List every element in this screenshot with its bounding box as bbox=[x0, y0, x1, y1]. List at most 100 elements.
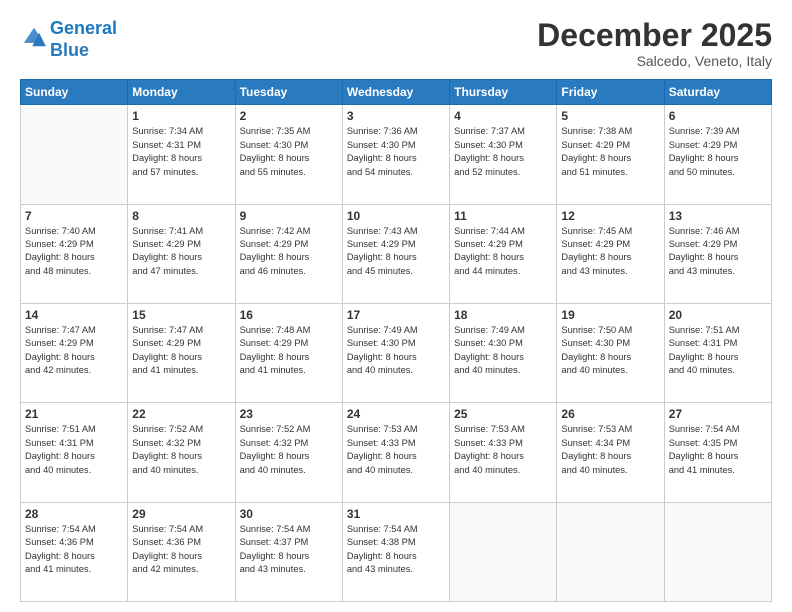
cell-content: Sunrise: 7:54 AMSunset: 4:38 PMDaylight:… bbox=[347, 523, 445, 577]
calendar-cell bbox=[450, 502, 557, 601]
calendar-cell: 27 Sunrise: 7:54 AMSunset: 4:35 PMDayligh… bbox=[664, 403, 771, 502]
cell-content: Sunrise: 7:35 AMSunset: 4:30 PMDaylight:… bbox=[240, 125, 338, 179]
calendar-cell: 3Sunrise: 7:36 AMSunset: 4:30 PMDaylight… bbox=[342, 105, 449, 204]
calendar-cell: 4 Sunrise: 7:37 AMSunset: 4:30 PMDaylight… bbox=[450, 105, 557, 204]
calendar-cell: 5 Sunrise: 7:38 AMSunset: 4:29 PMDaylight… bbox=[557, 105, 664, 204]
calendar-cell: 31 Sunrise: 7:54 AMSunset: 4:38 PMDayligh… bbox=[342, 502, 449, 601]
cell-content: Sunrise: 7:52 AMSunset: 4:32 PMDaylight:… bbox=[132, 423, 230, 477]
calendar-cell: 13 Sunrise: 7:46 AMSunset: 4:29 PMDayligh… bbox=[664, 204, 771, 303]
day-number: 4 bbox=[454, 109, 552, 123]
day-number: 16 bbox=[240, 308, 338, 322]
day-header-monday: Monday bbox=[128, 80, 235, 105]
cell-content: Sunrise: 7:54 AMSunset: 4:35 PMDaylight:… bbox=[669, 423, 767, 477]
title-block: December 2025 Salcedo, Veneto, Italy bbox=[537, 18, 772, 69]
calendar-cell: 25 Sunrise: 7:53 AMSunset: 4:33 PMDayligh… bbox=[450, 403, 557, 502]
day-number: 2 bbox=[240, 109, 338, 123]
calendar-cell bbox=[557, 502, 664, 601]
day-header-friday: Friday bbox=[557, 80, 664, 105]
cell-content: Sunrise: 7:50 AMSunset: 4:30 PMDaylight:… bbox=[561, 324, 659, 378]
logo: General Blue bbox=[20, 18, 117, 61]
calendar-cell bbox=[21, 105, 128, 204]
day-header-saturday: Saturday bbox=[664, 80, 771, 105]
month-title: December 2025 bbox=[537, 18, 772, 53]
day-header-tuesday: Tuesday bbox=[235, 80, 342, 105]
day-header-thursday: Thursday bbox=[450, 80, 557, 105]
day-number: 5 bbox=[561, 109, 659, 123]
day-header-sunday: Sunday bbox=[21, 80, 128, 105]
calendar-cell: 26Sunrise: 7:53 AMSunset: 4:34 PMDayligh… bbox=[557, 403, 664, 502]
location-subtitle: Salcedo, Veneto, Italy bbox=[537, 53, 772, 69]
calendar-cell: 6Sunrise: 7:39 AMSunset: 4:29 PMDaylight… bbox=[664, 105, 771, 204]
cell-content: Sunrise: 7:36 AMSunset: 4:30 PMDaylight:… bbox=[347, 125, 445, 179]
logo-line1: General bbox=[50, 18, 117, 38]
calendar-cell: 19Sunrise: 7:50 AMSunset: 4:30 PMDayligh… bbox=[557, 303, 664, 402]
day-number: 22 bbox=[132, 407, 230, 421]
calendar-cell: 14Sunrise: 7:47 AMSunset: 4:29 PMDayligh… bbox=[21, 303, 128, 402]
calendar-cell: 20Sunrise: 7:51 AMSunset: 4:31 PMDayligh… bbox=[664, 303, 771, 402]
cell-content: Sunrise: 7:54 AMSunset: 4:36 PMDaylight:… bbox=[132, 523, 230, 577]
day-number: 13 bbox=[669, 209, 767, 223]
day-number: 20 bbox=[669, 308, 767, 322]
day-number: 15 bbox=[132, 308, 230, 322]
calendar-cell: 12 Sunrise: 7:45 AMSunset: 4:29 PMDayligh… bbox=[557, 204, 664, 303]
cell-content: Sunrise: 7:47 AMSunset: 4:29 PMDaylight:… bbox=[132, 324, 230, 378]
day-number: 29 bbox=[132, 507, 230, 521]
cell-content: Sunrise: 7:42 AMSunset: 4:29 PMDaylight:… bbox=[240, 225, 338, 279]
page: General Blue December 2025 Salcedo, Vene… bbox=[0, 0, 792, 612]
calendar-cell: 15 Sunrise: 7:47 AMSunset: 4:29 PMDayligh… bbox=[128, 303, 235, 402]
cell-content: Sunrise: 7:49 AMSunset: 4:30 PMDaylight:… bbox=[347, 324, 445, 378]
calendar-week-4: 28Sunrise: 7:54 AMSunset: 4:36 PMDayligh… bbox=[21, 502, 772, 601]
calendar-cell: 22 Sunrise: 7:52 AMSunset: 4:32 PMDayligh… bbox=[128, 403, 235, 502]
logo-line2: Blue bbox=[50, 40, 89, 60]
cell-content: Sunrise: 7:44 AMSunset: 4:29 PMDaylight:… bbox=[454, 225, 552, 279]
calendar-cell bbox=[664, 502, 771, 601]
calendar-cell: 30 Sunrise: 7:54 AMSunset: 4:37 PMDayligh… bbox=[235, 502, 342, 601]
day-number: 31 bbox=[347, 507, 445, 521]
calendar-header-row: SundayMondayTuesdayWednesdayThursdayFrid… bbox=[21, 80, 772, 105]
calendar-cell: 10 Sunrise: 7:43 AMSunset: 4:29 PMDayligh… bbox=[342, 204, 449, 303]
day-number: 18 bbox=[454, 308, 552, 322]
calendar-cell: 29 Sunrise: 7:54 AMSunset: 4:36 PMDayligh… bbox=[128, 502, 235, 601]
day-number: 12 bbox=[561, 209, 659, 223]
cell-content: Sunrise: 7:54 AMSunset: 4:37 PMDaylight:… bbox=[240, 523, 338, 577]
cell-content: Sunrise: 7:46 AMSunset: 4:29 PMDaylight:… bbox=[669, 225, 767, 279]
day-number: 24 bbox=[347, 407, 445, 421]
day-number: 27 bbox=[669, 407, 767, 421]
day-number: 17 bbox=[347, 308, 445, 322]
day-number: 6 bbox=[669, 109, 767, 123]
cell-content: Sunrise: 7:49 AMSunset: 4:30 PMDaylight:… bbox=[454, 324, 552, 378]
calendar-cell: 24 Sunrise: 7:53 AMSunset: 4:33 PMDayligh… bbox=[342, 403, 449, 502]
day-header-wednesday: Wednesday bbox=[342, 80, 449, 105]
day-number: 25 bbox=[454, 407, 552, 421]
calendar-cell: 9 Sunrise: 7:42 AMSunset: 4:29 PMDaylight… bbox=[235, 204, 342, 303]
calendar-cell: 2 Sunrise: 7:35 AMSunset: 4:30 PMDaylight… bbox=[235, 105, 342, 204]
cell-content: Sunrise: 7:53 AMSunset: 4:34 PMDaylight:… bbox=[561, 423, 659, 477]
day-number: 11 bbox=[454, 209, 552, 223]
cell-content: Sunrise: 7:41 AMSunset: 4:29 PMDaylight:… bbox=[132, 225, 230, 279]
cell-content: Sunrise: 7:43 AMSunset: 4:29 PMDaylight:… bbox=[347, 225, 445, 279]
cell-content: Sunrise: 7:34 AMSunset: 4:31 PMDaylight:… bbox=[132, 125, 230, 179]
calendar-table: SundayMondayTuesdayWednesdayThursdayFrid… bbox=[20, 79, 772, 602]
calendar-cell: 23Sunrise: 7:52 AMSunset: 4:32 PMDayligh… bbox=[235, 403, 342, 502]
calendar-week-0: 1Sunrise: 7:34 AMSunset: 4:31 PMDaylight… bbox=[21, 105, 772, 204]
day-number: 30 bbox=[240, 507, 338, 521]
calendar-week-2: 14Sunrise: 7:47 AMSunset: 4:29 PMDayligh… bbox=[21, 303, 772, 402]
cell-content: Sunrise: 7:40 AMSunset: 4:29 PMDaylight:… bbox=[25, 225, 123, 279]
calendar-week-3: 21Sunrise: 7:51 AMSunset: 4:31 PMDayligh… bbox=[21, 403, 772, 502]
calendar-cell: 8 Sunrise: 7:41 AMSunset: 4:29 PMDaylight… bbox=[128, 204, 235, 303]
cell-content: Sunrise: 7:45 AMSunset: 4:29 PMDaylight:… bbox=[561, 225, 659, 279]
cell-content: Sunrise: 7:53 AMSunset: 4:33 PMDaylight:… bbox=[347, 423, 445, 477]
cell-content: Sunrise: 7:38 AMSunset: 4:29 PMDaylight:… bbox=[561, 125, 659, 179]
cell-content: Sunrise: 7:51 AMSunset: 4:31 PMDaylight:… bbox=[25, 423, 123, 477]
day-number: 10 bbox=[347, 209, 445, 223]
day-number: 8 bbox=[132, 209, 230, 223]
calendar-cell: 7Sunrise: 7:40 AMSunset: 4:29 PMDaylight… bbox=[21, 204, 128, 303]
cell-content: Sunrise: 7:52 AMSunset: 4:32 PMDaylight:… bbox=[240, 423, 338, 477]
calendar-cell: 16Sunrise: 7:48 AMSunset: 4:29 PMDayligh… bbox=[235, 303, 342, 402]
cell-content: Sunrise: 7:53 AMSunset: 4:33 PMDaylight:… bbox=[454, 423, 552, 477]
calendar-cell: 11 Sunrise: 7:44 AMSunset: 4:29 PMDayligh… bbox=[450, 204, 557, 303]
calendar-week-1: 7Sunrise: 7:40 AMSunset: 4:29 PMDaylight… bbox=[21, 204, 772, 303]
day-number: 9 bbox=[240, 209, 338, 223]
cell-content: Sunrise: 7:37 AMSunset: 4:30 PMDaylight:… bbox=[454, 125, 552, 179]
calendar-cell: 1Sunrise: 7:34 AMSunset: 4:31 PMDaylight… bbox=[128, 105, 235, 204]
